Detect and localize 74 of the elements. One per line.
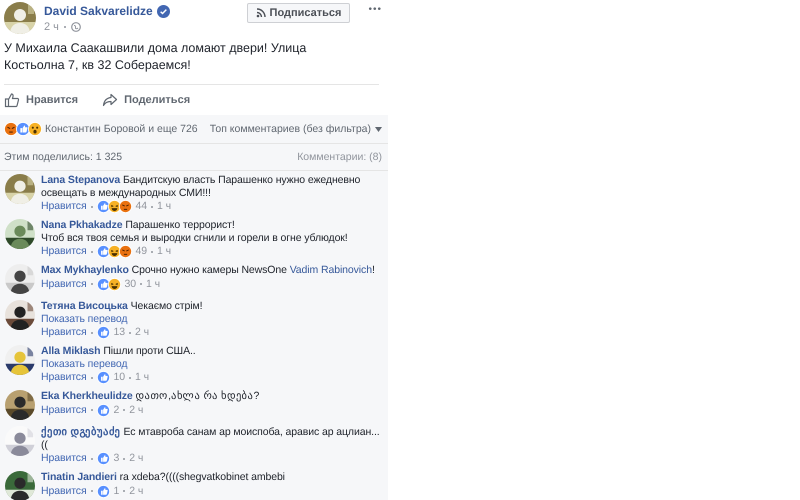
like-link[interactable]: Нравится: [41, 278, 87, 290]
rss-icon: [256, 8, 266, 18]
comment-time[interactable]: 2 ч: [129, 404, 144, 416]
comment-text: Max Mykhaylenko Срочно нужно камеры NewsOne Vadim Rabinovich!: [41, 264, 375, 276]
like-reaction-icon: [16, 122, 30, 136]
post-text: У Михаила Саакашвили дома ломают двери! Улица Костьолна 7, кв 32 Собераемся!: [3, 40, 308, 74]
comment-text: Nana Pkhakadze Парашенко террорист! Чтоб вся твоя семья и выродки сгнили и горели в огне ублюдок!: [41, 219, 348, 244]
reaction-count[interactable]: 44: [136, 200, 148, 213]
reaction-count[interactable]: 10: [114, 371, 126, 384]
like-reaction-icon: [96, 484, 110, 498]
commenter-name[interactable]: Nana Pkhakadze: [41, 219, 122, 231]
follow-button[interactable]: Подписаться: [246, 3, 350, 23]
comments-count: Комментарии: (8): [297, 151, 382, 163]
commenter-name[interactable]: ქეთი დგებუაძე: [41, 426, 121, 438]
like-reaction-icon: [96, 278, 110, 290]
comment-time[interactable]: 2 ч: [129, 452, 144, 465]
comment-time[interactable]: 2 ч: [135, 326, 149, 339]
commenter-name[interactable]: Tinatin Jandieri: [41, 471, 117, 483]
reaction-count[interactable]: 49: [136, 245, 148, 258]
commenter-name[interactable]: Alla Miklash: [41, 345, 100, 357]
comment-text: Alla Miklash Пішли проти США..: [41, 345, 196, 358]
reaction-count[interactable]: 13: [114, 326, 126, 339]
comment-text: Тетяна Висоцька Чекаємо стрім!: [41, 300, 202, 312]
laughing-emoji-icon: [108, 245, 121, 258]
reaction-count[interactable]: 2: [114, 404, 120, 416]
laughing-emoji-icon: [108, 200, 121, 213]
like-link[interactable]: Нравится: [41, 200, 87, 213]
share-link[interactable]: Поделиться: [102, 92, 190, 108]
angry-emoji-icon: [118, 200, 132, 213]
like-reaction-icon: [96, 200, 110, 213]
caret-icon: [375, 126, 382, 132]
like-link[interactable]: Нравится: [41, 245, 87, 258]
comment-text: Lana Stepanova Бандитскую власть Парашенко нужно ежедневно освещать в международных СМИ!!!: [41, 174, 360, 199]
share-arrow-icon: [102, 92, 118, 108]
comment-text: ქეთი დგებუაძე Ес мтавроба санам ар моиспоба, аравис ар ацлиан...((: [41, 426, 381, 451]
like-link[interactable]: Нравится: [41, 371, 87, 384]
angry-emoji-icon: [4, 122, 18, 136]
post-time[interactable]: 2 ч: [44, 21, 59, 33]
more-button[interactable]: •••: [358, 2, 382, 15]
comment-time[interactable]: 1 ч: [157, 200, 171, 213]
reaction-count[interactable]: 1: [114, 484, 120, 498]
like-link[interactable]: Нравится: [4, 92, 78, 108]
like-reaction-icon: [96, 245, 110, 258]
like-link[interactable]: Нравится: [41, 452, 87, 465]
comment-text: Tinatin Jandieri ra xdeba?((((shegvatkobinet ambebi: [41, 471, 285, 484]
mention-link[interactable]: Vadim Rabinovich: [290, 264, 372, 276]
shares-count[interactable]: Этим поделились: 1 325: [4, 151, 122, 163]
comment-time[interactable]: 1 ч: [135, 371, 149, 384]
comment-time[interactable]: 1 ч: [146, 278, 160, 290]
like-link[interactable]: Нравится: [41, 326, 87, 339]
commenter-name[interactable]: Max Mykhaylenko: [41, 264, 129, 276]
commenter-name[interactable]: Eka Kherkheulidze: [41, 390, 133, 402]
like-link[interactable]: Нравится: [41, 404, 87, 416]
reaction-count[interactable]: 3: [114, 452, 120, 465]
commenter-name[interactable]: Тетяна Висоцька: [41, 300, 128, 312]
surprised-emoji-icon: [28, 122, 42, 136]
comment-time[interactable]: 1 ч: [157, 245, 171, 258]
translate-link[interactable]: Показать перевод: [41, 358, 196, 370]
comment-sort-dropdown[interactable]: Топ комментариев (без фильтра): [210, 123, 382, 135]
laughing-emoji-icon: [108, 278, 121, 290]
like-reaction-icon: [96, 326, 110, 339]
like-reaction-icon: [96, 452, 110, 465]
angry-emoji-icon: [118, 245, 132, 258]
reactions-summary[interactable]: Константин Боровой и еще 726: [45, 123, 198, 135]
comment-text: Eka Kherkheulidze დათო,ახლა რა ხდება?: [41, 390, 260, 402]
comment-time[interactable]: 2 ч: [129, 484, 144, 498]
like-link[interactable]: Нравится: [41, 484, 87, 498]
commenter-name[interactable]: Lana Stepanova: [41, 174, 120, 186]
reaction-count[interactable]: 30: [124, 278, 136, 290]
like-reaction-icon: [96, 404, 110, 416]
author-name[interactable]: David Sakvarelidze: [44, 4, 153, 18]
thumbs-up-icon: [4, 92, 20, 108]
like-reaction-icon: [96, 371, 110, 384]
translate-link[interactable]: Показать перевод: [41, 312, 202, 325]
